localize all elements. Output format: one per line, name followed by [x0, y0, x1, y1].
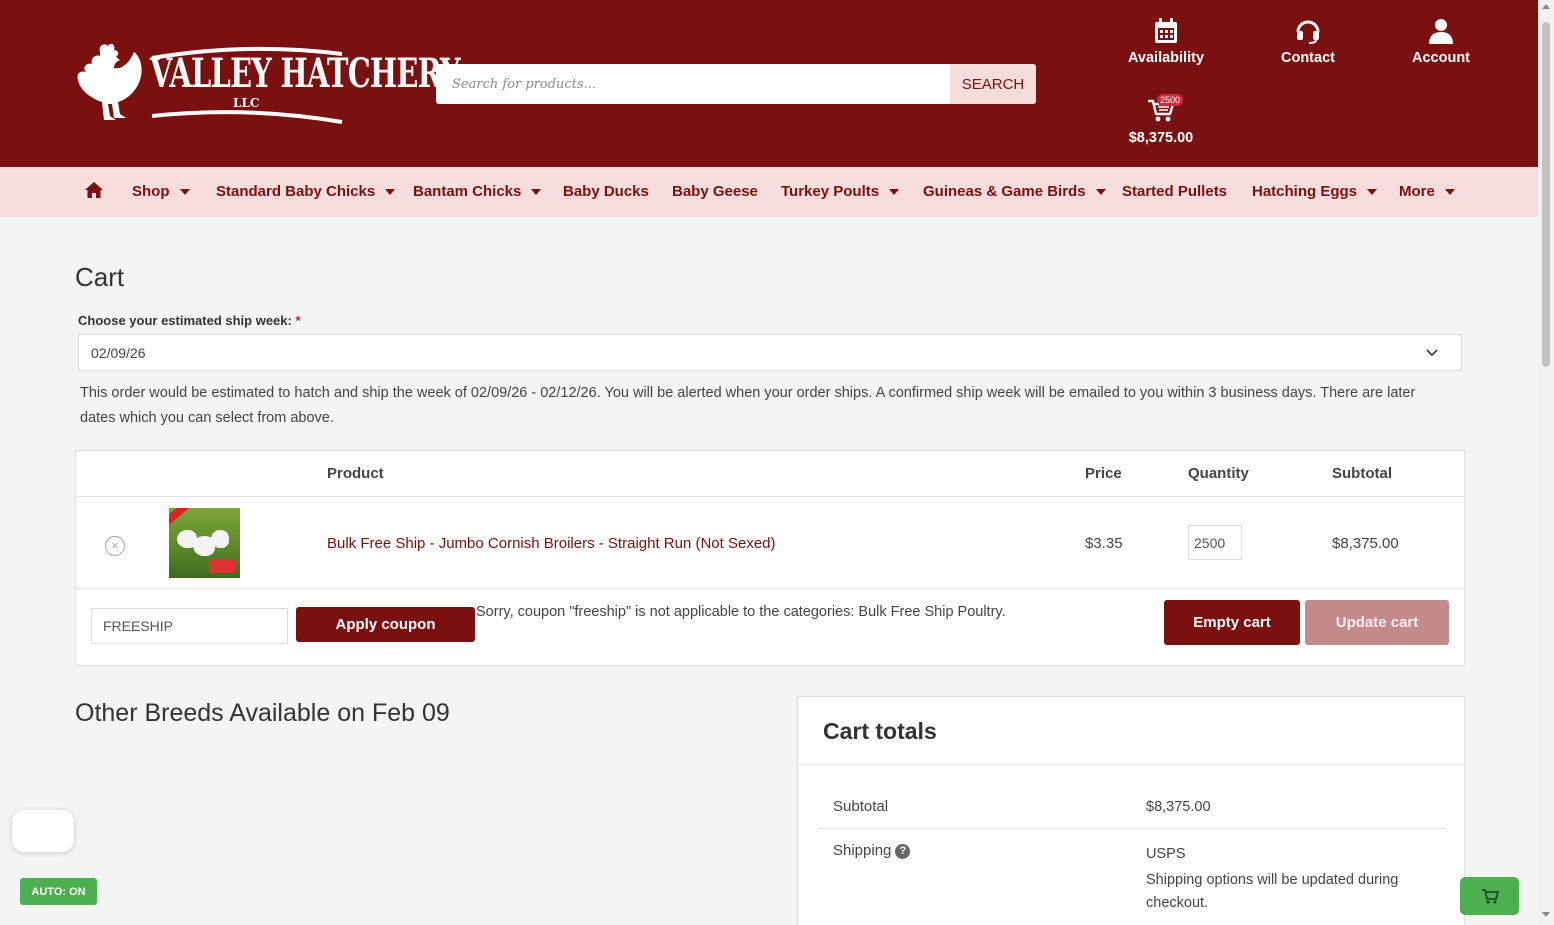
ship-week-value: 02/09/26: [91, 345, 146, 361]
contact-link[interactable]: Contact: [1278, 18, 1338, 66]
scrollbar-thumb[interactable]: [1542, 22, 1550, 367]
nav-item-hatching-eggs[interactable]: Hatching Eggs: [1252, 167, 1378, 217]
nav-label: Hatching Eggs: [1252, 183, 1358, 200]
floating-cart-button[interactable]: [1460, 877, 1519, 915]
search-button[interactable]: SEARCH: [950, 64, 1036, 104]
nav-label: Started Pullets: [1122, 183, 1228, 200]
site-logo[interactable]: VALLEY HATCHERY LLC: [70, 40, 461, 125]
calendar-icon: [1155, 18, 1177, 43]
nav-item-more[interactable]: More: [1399, 167, 1455, 217]
product-link[interactable]: Bulk Free Ship - Jumbo Cornish Broilers …: [327, 535, 776, 552]
auto-toggle-button[interactable]: AUTO: ON: [20, 878, 97, 905]
totals-divider: [818, 828, 1446, 829]
caret-down-icon: [531, 189, 542, 196]
caret-down-icon: [179, 189, 190, 196]
shipping-method: USPS: [1146, 846, 1186, 862]
nav-label: Standard Baby Chicks: [216, 183, 376, 200]
nav-label: Bantam Chicks: [413, 183, 522, 200]
search-bar: [436, 64, 1036, 104]
nav-label: Baby Geese: [672, 183, 758, 200]
ship-week-select[interactable]: 02/09/26: [78, 334, 1462, 371]
product-thumbnail[interactable]: [169, 508, 240, 578]
scroll-down-icon[interactable]: [1542, 912, 1550, 917]
cart-totals-title: Cart totals: [823, 718, 937, 744]
caret-down-icon: [1095, 189, 1106, 196]
required-mark: *: [295, 313, 301, 328]
totals-shipping-label: Shipping?: [833, 842, 911, 859]
remove-item-icon[interactable]: ×: [105, 536, 125, 556]
nav-item-started-pullets[interactable]: Started Pullets: [1122, 167, 1227, 217]
caret-down-icon: [889, 189, 900, 196]
totals-subtotal-value: $8,375.00: [1146, 799, 1211, 815]
update-cart-button[interactable]: Update cart: [1305, 600, 1449, 645]
logo-swoosh-icon: [151, 46, 343, 124]
nav-label: Baby Ducks: [563, 183, 649, 200]
thumbnail-ribbon: [169, 508, 193, 525]
shipping-details: USPS Shipping options will be updated du…: [1146, 843, 1436, 915]
search-input[interactable]: [436, 64, 948, 104]
nav-item-standard-baby-chicks[interactable]: Standard Baby Chicks: [216, 167, 396, 217]
other-breeds-heading: Other Breeds Available on Feb 09: [75, 699, 450, 727]
caret-down-icon: [1444, 189, 1455, 196]
column-header-quantity: Quantity: [1188, 465, 1249, 482]
nav-item-bantam-chicks[interactable]: Bantam Chicks: [413, 167, 542, 217]
chevron-down-icon: [1426, 349, 1438, 357]
account-link[interactable]: Account: [1410, 18, 1472, 66]
availability-label: Availability: [1127, 50, 1205, 66]
nav-label: Shop: [132, 183, 170, 200]
nav-label: Turkey Poults: [781, 183, 880, 200]
caret-down-icon: [1367, 189, 1378, 196]
cart-total: $8,375.00: [1128, 130, 1194, 146]
thumbnail-bird: [211, 530, 229, 548]
shipping-label-text: Shipping: [833, 842, 892, 859]
ship-week-label-text: Choose your estimated ship week:: [78, 313, 292, 328]
nav-label: Guineas & Game Birds: [923, 183, 1086, 200]
column-header-product: Product: [327, 465, 384, 482]
caret-down-icon: [385, 189, 396, 196]
page-title: Cart: [75, 262, 125, 292]
item-price: $3.35: [1085, 535, 1123, 552]
coupon-error-message: Sorry, coupon "freeship" is not applicab…: [476, 604, 1006, 620]
ship-week-label: Choose your estimated ship week: *: [78, 313, 301, 328]
coupon-input[interactable]: [91, 608, 288, 644]
item-subtotal: $8,375.00: [1332, 535, 1399, 552]
chat-widget[interactable]: [12, 810, 74, 852]
cart-icon: [1481, 889, 1499, 904]
empty-cart-button[interactable]: Empty cart: [1164, 600, 1300, 645]
cart-totals: Cart totals Subtotal $8,375.00 Shipping?…: [797, 696, 1465, 925]
nav-item-guineas-game-birds[interactable]: Guineas & Game Birds: [923, 167, 1106, 217]
table-divider: [76, 588, 1464, 589]
rooster-logo-icon: [77, 43, 142, 121]
nav-item-turkey-poults[interactable]: Turkey Poults: [781, 167, 900, 217]
page-scrollbar[interactable]: [1538, 0, 1554, 925]
apply-coupon-button[interactable]: Apply coupon: [296, 607, 475, 642]
cart-count-badge: 2500: [1157, 94, 1184, 106]
home-icon: [85, 182, 103, 199]
account-label: Account: [1412, 50, 1470, 66]
nav-item-baby-geese[interactable]: Baby Geese: [672, 167, 758, 217]
help-icon[interactable]: ?: [895, 844, 911, 859]
site-header: VALLEY HATCHERY LLC SEARCH Availability …: [0, 0, 1538, 167]
user-icon: [1429, 19, 1453, 44]
totals-divider: [798, 764, 1464, 765]
cart-table: Product Price Quantity Subtotal × Bulk F…: [75, 450, 1465, 666]
scroll-up-icon[interactable]: [1542, 4, 1550, 9]
quantity-input[interactable]: [1188, 525, 1242, 560]
column-header-price: Price: [1085, 465, 1122, 482]
column-header-subtotal: Subtotal: [1332, 465, 1392, 482]
thumbnail-tag: [209, 559, 235, 573]
table-divider: [76, 496, 1464, 497]
main-nav: Shop Standard Baby Chicks Bantam Chicks …: [0, 167, 1538, 217]
totals-subtotal-label: Subtotal: [833, 798, 889, 815]
contact-label: Contact: [1281, 50, 1335, 66]
headset-icon: [1296, 20, 1320, 44]
availability-link[interactable]: Availability: [1127, 18, 1205, 66]
nav-item-baby-ducks[interactable]: Baby Ducks: [563, 167, 649, 217]
nav-label: More: [1399, 183, 1435, 200]
nav-item-shop[interactable]: Shop: [132, 167, 190, 217]
ship-week-note: This order would be estimated to hatch a…: [80, 385, 1416, 426]
nav-home[interactable]: [85, 167, 103, 217]
shipping-note: Shipping options will be updated during …: [1146, 872, 1399, 911]
